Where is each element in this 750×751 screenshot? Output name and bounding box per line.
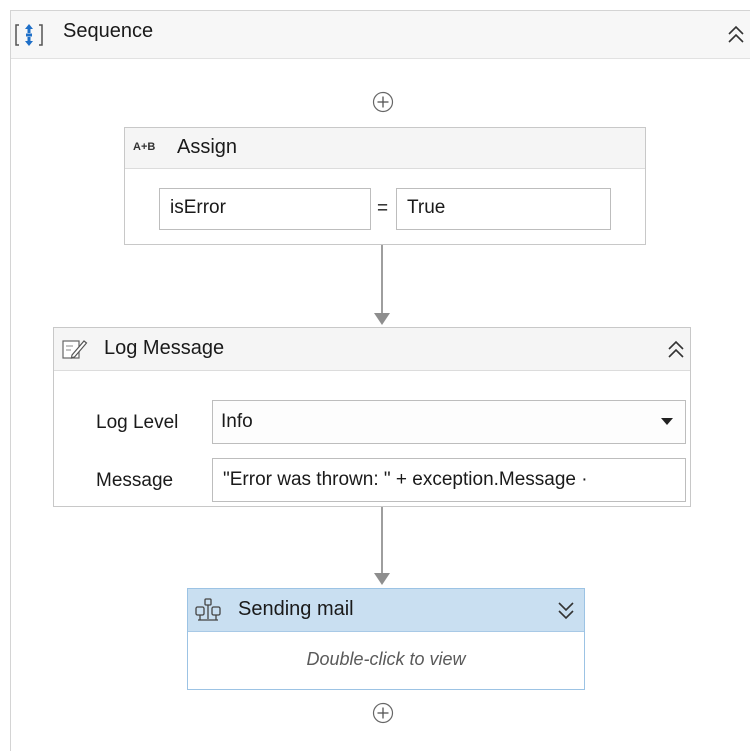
log-message-header[interactable]: Log Message — [54, 328, 690, 371]
double-click-hint: Double-click to view — [306, 649, 466, 669]
assign-to-field[interactable]: isError — [159, 188, 371, 230]
assign-header[interactable]: A+B Assign — [125, 128, 645, 169]
log-level-value: Info — [221, 411, 253, 432]
connector-arrow-icon — [374, 313, 390, 325]
sequence-container[interactable]: Sequence A+B Assign isError = True Log M… — [10, 10, 750, 751]
assign-title: Assign — [177, 136, 238, 158]
connector-line — [381, 507, 383, 575]
double-chevron-down-icon[interactable] — [556, 598, 576, 622]
sequence-icon — [15, 24, 43, 46]
sequence-title: Sequence — [63, 20, 154, 42]
sending-mail-header[interactable]: Sending mail — [188, 589, 584, 632]
dropdown-arrow-icon[interactable] — [661, 418, 673, 426]
assign-activity[interactable]: A+B Assign isError = True — [124, 127, 646, 245]
log-message-activity[interactable]: Log Message Log Level Info Message "Erro… — [53, 327, 691, 507]
double-chevron-up-icon[interactable] — [726, 23, 746, 47]
message-field[interactable]: "Error was thrown: " + exception.Message… — [212, 458, 686, 502]
assign-icon: A+B — [133, 141, 156, 153]
log-level-select[interactable]: Info — [212, 400, 686, 444]
workflow-icon — [195, 598, 221, 621]
connector-arrow-icon — [374, 573, 390, 585]
log-message-title: Log Message — [104, 337, 225, 359]
double-chevron-up-icon[interactable] — [666, 338, 686, 362]
assign-operator: = — [377, 198, 389, 219]
connector-line — [381, 245, 383, 315]
sequence-header[interactable]: Sequence — [11, 11, 750, 59]
plus-circle-icon[interactable] — [372, 91, 394, 113]
plus-circle-icon[interactable] — [372, 702, 394, 724]
assign-value-field[interactable]: True — [396, 188, 611, 230]
log-level-label: Log Level — [96, 412, 179, 433]
log-message-icon — [62, 340, 88, 359]
sending-mail-activity[interactable]: Sending mail Double-click to view — [187, 588, 585, 690]
sending-mail-title: Sending mail — [238, 598, 354, 620]
message-label: Message — [96, 470, 174, 491]
